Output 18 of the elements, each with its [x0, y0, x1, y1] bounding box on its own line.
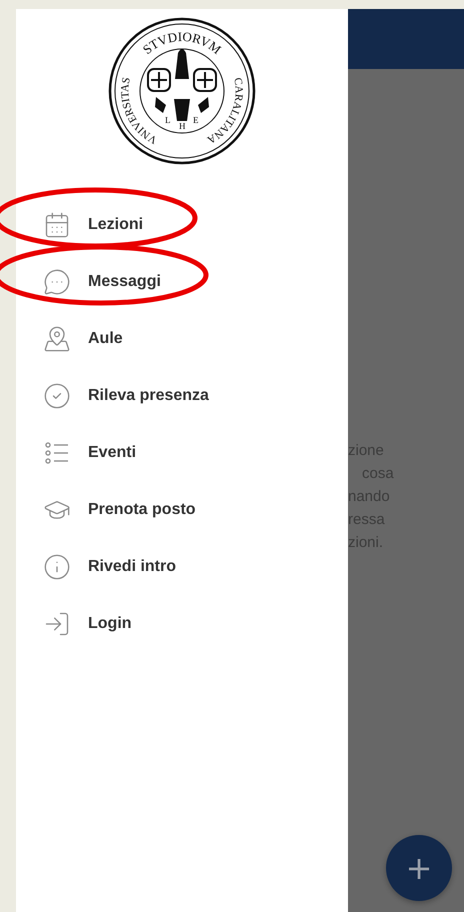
map-pin-icon: [43, 324, 71, 352]
menu-item[interactable]: Prenota posto: [88, 500, 196, 518]
seal-letter: H: [179, 121, 186, 131]
menu-item[interactable]: Messaggi: [88, 272, 161, 290]
menu-item[interactable]: Rivedi intro: [88, 558, 176, 576]
seal-letter: L: [165, 115, 170, 125]
menu-item[interactable]: Aule: [88, 330, 123, 348]
menu-item[interactable]: Rileva presenza: [88, 386, 209, 404]
menu-item[interactable]: Login: [88, 614, 132, 632]
seal-inscription: STVDIORVM: [140, 28, 224, 58]
check-circle-icon: [43, 382, 71, 410]
list-icon: [44, 440, 70, 466]
info-icon: [43, 552, 71, 580]
menu-item[interactable]: Lezioni: [88, 216, 144, 234]
calendar-icon: [43, 210, 71, 238]
chat-bubble-icon: [43, 268, 71, 296]
menu-item[interactable]: Eventi: [88, 444, 136, 462]
seal-letter: E: [193, 115, 198, 125]
